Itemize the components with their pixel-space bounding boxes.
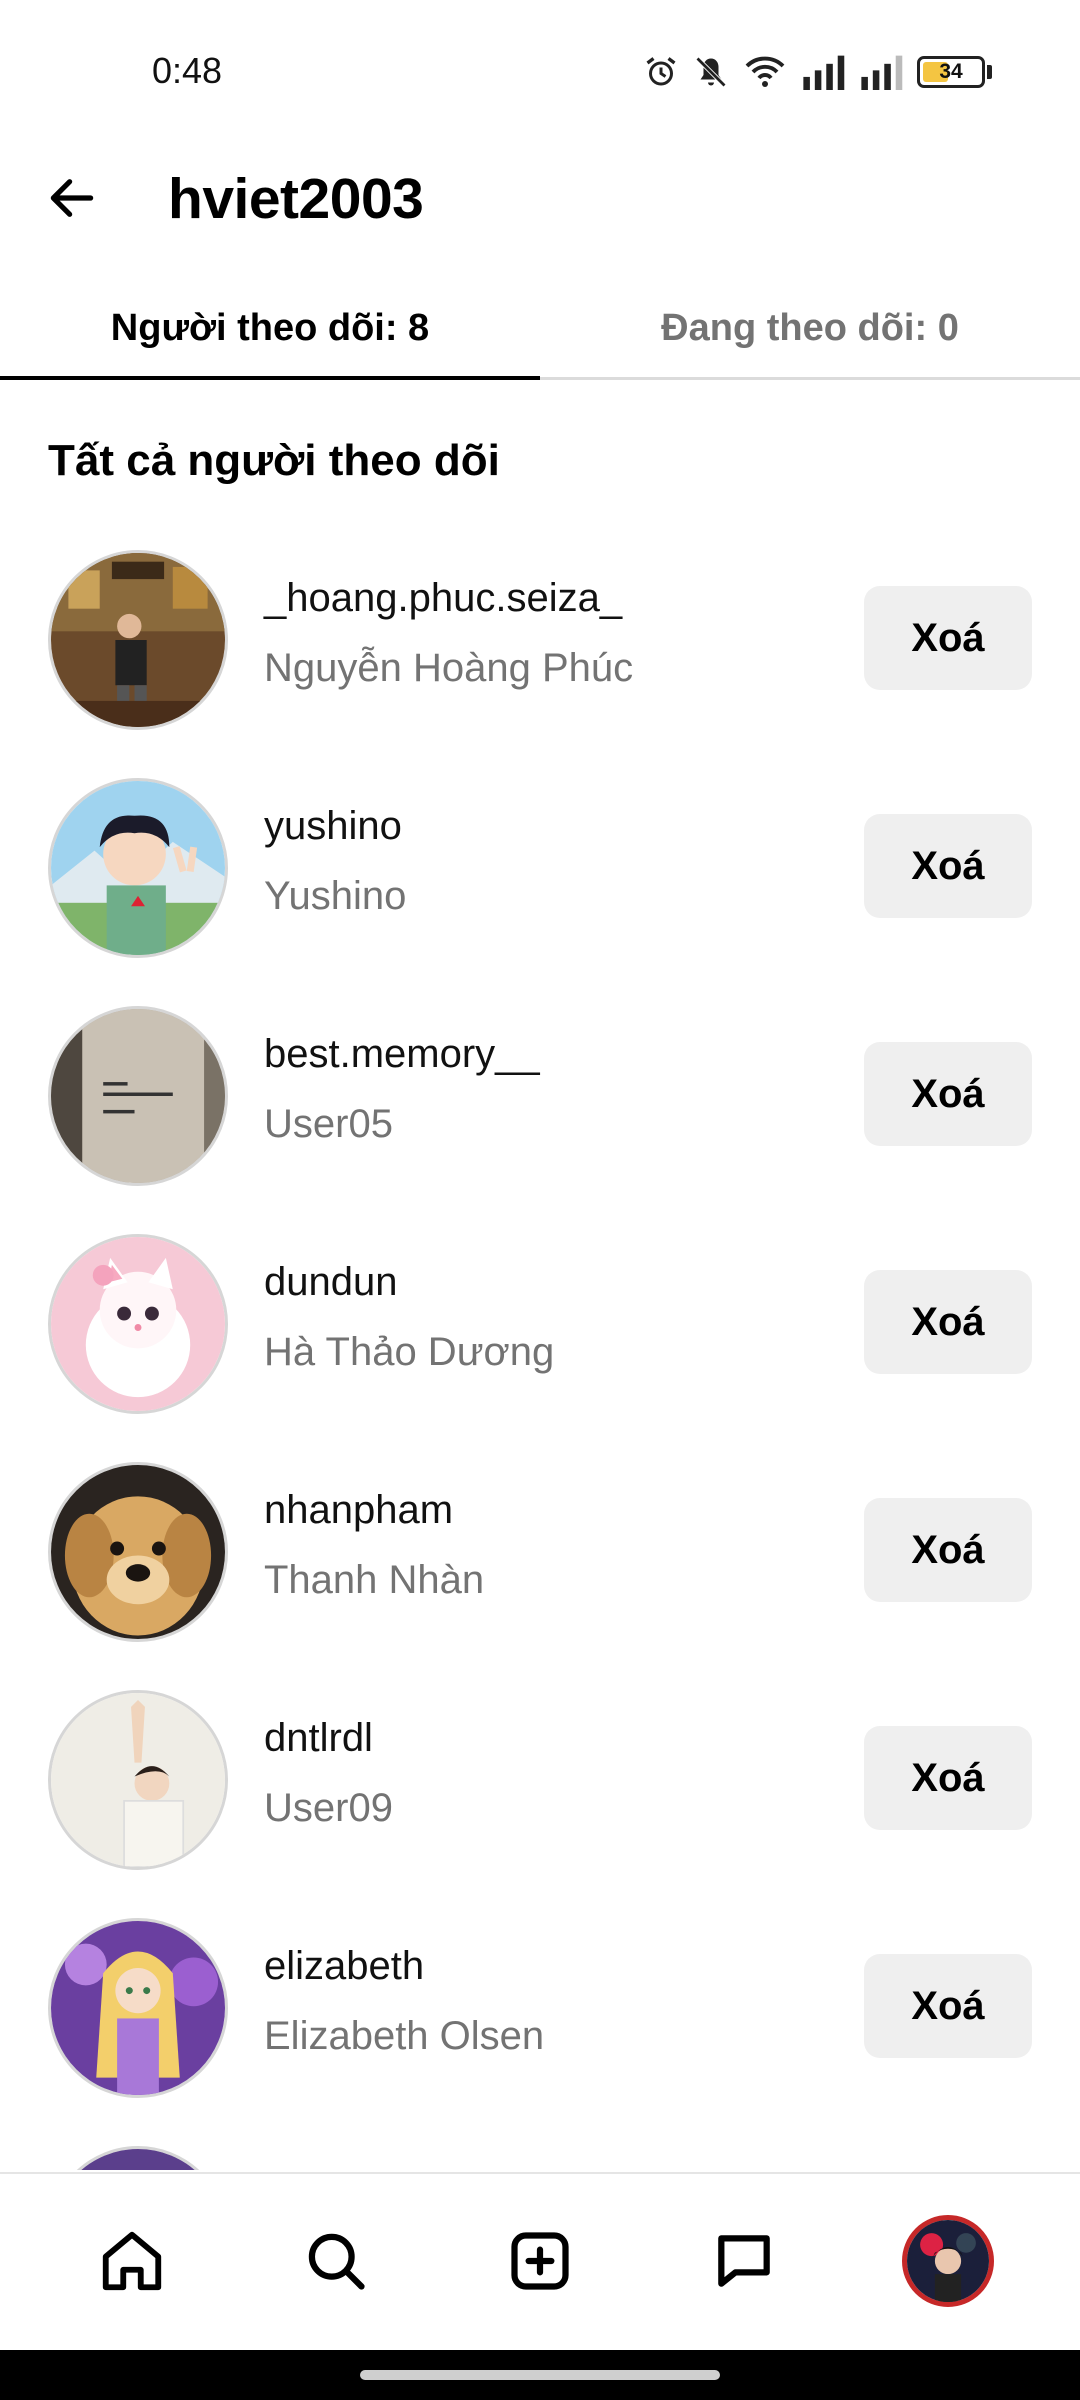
avatar[interactable] xyxy=(48,1234,228,1414)
follower-name: Yushino xyxy=(264,874,407,918)
list-item[interactable] xyxy=(0,2136,1080,2170)
tab-following[interactable]: Đang theo dõi: 0 xyxy=(540,280,1080,377)
nav-home[interactable] xyxy=(72,2201,192,2321)
alarm-icon xyxy=(646,57,676,86)
section-title: Tất cả người theo dõi xyxy=(48,436,500,485)
avatar[interactable] xyxy=(48,2146,228,2170)
avatar[interactable] xyxy=(48,1918,228,2098)
follower-name: Hà Thảo Dương xyxy=(264,1330,555,1374)
follower-name: Elizabeth Olsen xyxy=(264,2014,545,2058)
search-icon xyxy=(308,2233,365,2290)
follower-username[interactable]: nhanpham xyxy=(264,1488,453,1533)
nav-profile[interactable] xyxy=(888,2201,1008,2321)
remove-follower-button[interactable]: Xoá xyxy=(864,1954,1032,2058)
battery-icon: 34 xyxy=(917,56,985,88)
avatar[interactable] xyxy=(48,1462,228,1642)
header: hviet2003 xyxy=(0,140,1080,252)
create-post-icon xyxy=(511,2232,569,2290)
follower-name: User09 xyxy=(264,1786,393,1830)
status-bar: 0:48 34 xyxy=(0,0,1080,140)
tab-followers[interactable]: Người theo dõi: 8 xyxy=(0,280,540,380)
back-button[interactable] xyxy=(40,166,104,230)
remove-follower-button[interactable]: Xoá xyxy=(864,1498,1032,1602)
nav-search[interactable] xyxy=(276,2201,396,2321)
wifi-icon xyxy=(745,56,785,87)
list-item[interactable]: _hoang.phuc.seiza_ Nguyễn Hoàng Phúc Xoá xyxy=(0,540,1080,768)
profile-avatar xyxy=(902,2215,994,2307)
follower-name: Nguyễn Hoàng Phúc xyxy=(264,646,634,690)
follower-username[interactable]: dntlrdl xyxy=(264,1716,373,1761)
bottom-nav xyxy=(0,2172,1080,2348)
home-gesture-bar[interactable] xyxy=(360,2370,720,2380)
signal-icon xyxy=(861,55,903,90)
page-title: hviet2003 xyxy=(168,167,424,231)
remove-follower-button[interactable]: Xoá xyxy=(864,1726,1032,1830)
home-icon xyxy=(102,2231,162,2291)
list-item[interactable]: dntlrdl User09 Xoá xyxy=(0,1680,1080,1908)
battery-level: 34 xyxy=(939,60,963,83)
mute-icon xyxy=(695,56,727,88)
list-item[interactable]: best.memory__ User05 Xoá xyxy=(0,996,1080,1224)
follower-username[interactable]: best.memory__ xyxy=(264,1032,540,1077)
tab-bar: Người theo dõi: 8 Đang theo dõi: 0 xyxy=(0,280,1080,380)
list-item[interactable]: yushino Yushino Xoá xyxy=(0,768,1080,996)
follower-name: Thanh Nhàn xyxy=(264,1558,485,1602)
follower-username[interactable]: _hoang.phuc.seiza_ xyxy=(264,576,622,621)
remove-follower-button[interactable]: Xoá xyxy=(864,1270,1032,1374)
list-item[interactable]: dundun Hà Thảo Dương Xoá xyxy=(0,1224,1080,1452)
follower-name: User05 xyxy=(264,1102,393,1146)
avatar[interactable] xyxy=(48,1006,228,1186)
nav-create[interactable] xyxy=(480,2201,600,2321)
messages-icon xyxy=(718,2235,770,2287)
nav-messages[interactable] xyxy=(684,2201,804,2321)
status-icons: 34 xyxy=(643,52,992,92)
gesture-area xyxy=(0,2350,1080,2400)
avatar[interactable] xyxy=(48,1690,228,1870)
list-item[interactable]: nhanpham Thanh Nhàn Xoá xyxy=(0,1452,1080,1680)
remove-follower-button[interactable]: Xoá xyxy=(864,586,1032,690)
list-item[interactable]: elizabeth Elizabeth Olsen Xoá xyxy=(0,1908,1080,2136)
follower-list[interactable]: _hoang.phuc.seiza_ Nguyễn Hoàng Phúc Xoá… xyxy=(0,540,1080,2170)
signal-icon xyxy=(803,55,845,90)
avatar[interactable] xyxy=(48,778,228,958)
avatar[interactable] xyxy=(48,550,228,730)
arrow-left-icon xyxy=(50,179,94,217)
follower-username[interactable]: elizabeth xyxy=(264,1944,424,1989)
follower-username[interactable]: yushino xyxy=(264,804,402,849)
status-time: 0:48 xyxy=(152,50,223,91)
remove-follower-button[interactable]: Xoá xyxy=(864,814,1032,918)
follower-username[interactable]: dundun xyxy=(264,1260,397,1305)
remove-follower-button[interactable]: Xoá xyxy=(864,1042,1032,1146)
